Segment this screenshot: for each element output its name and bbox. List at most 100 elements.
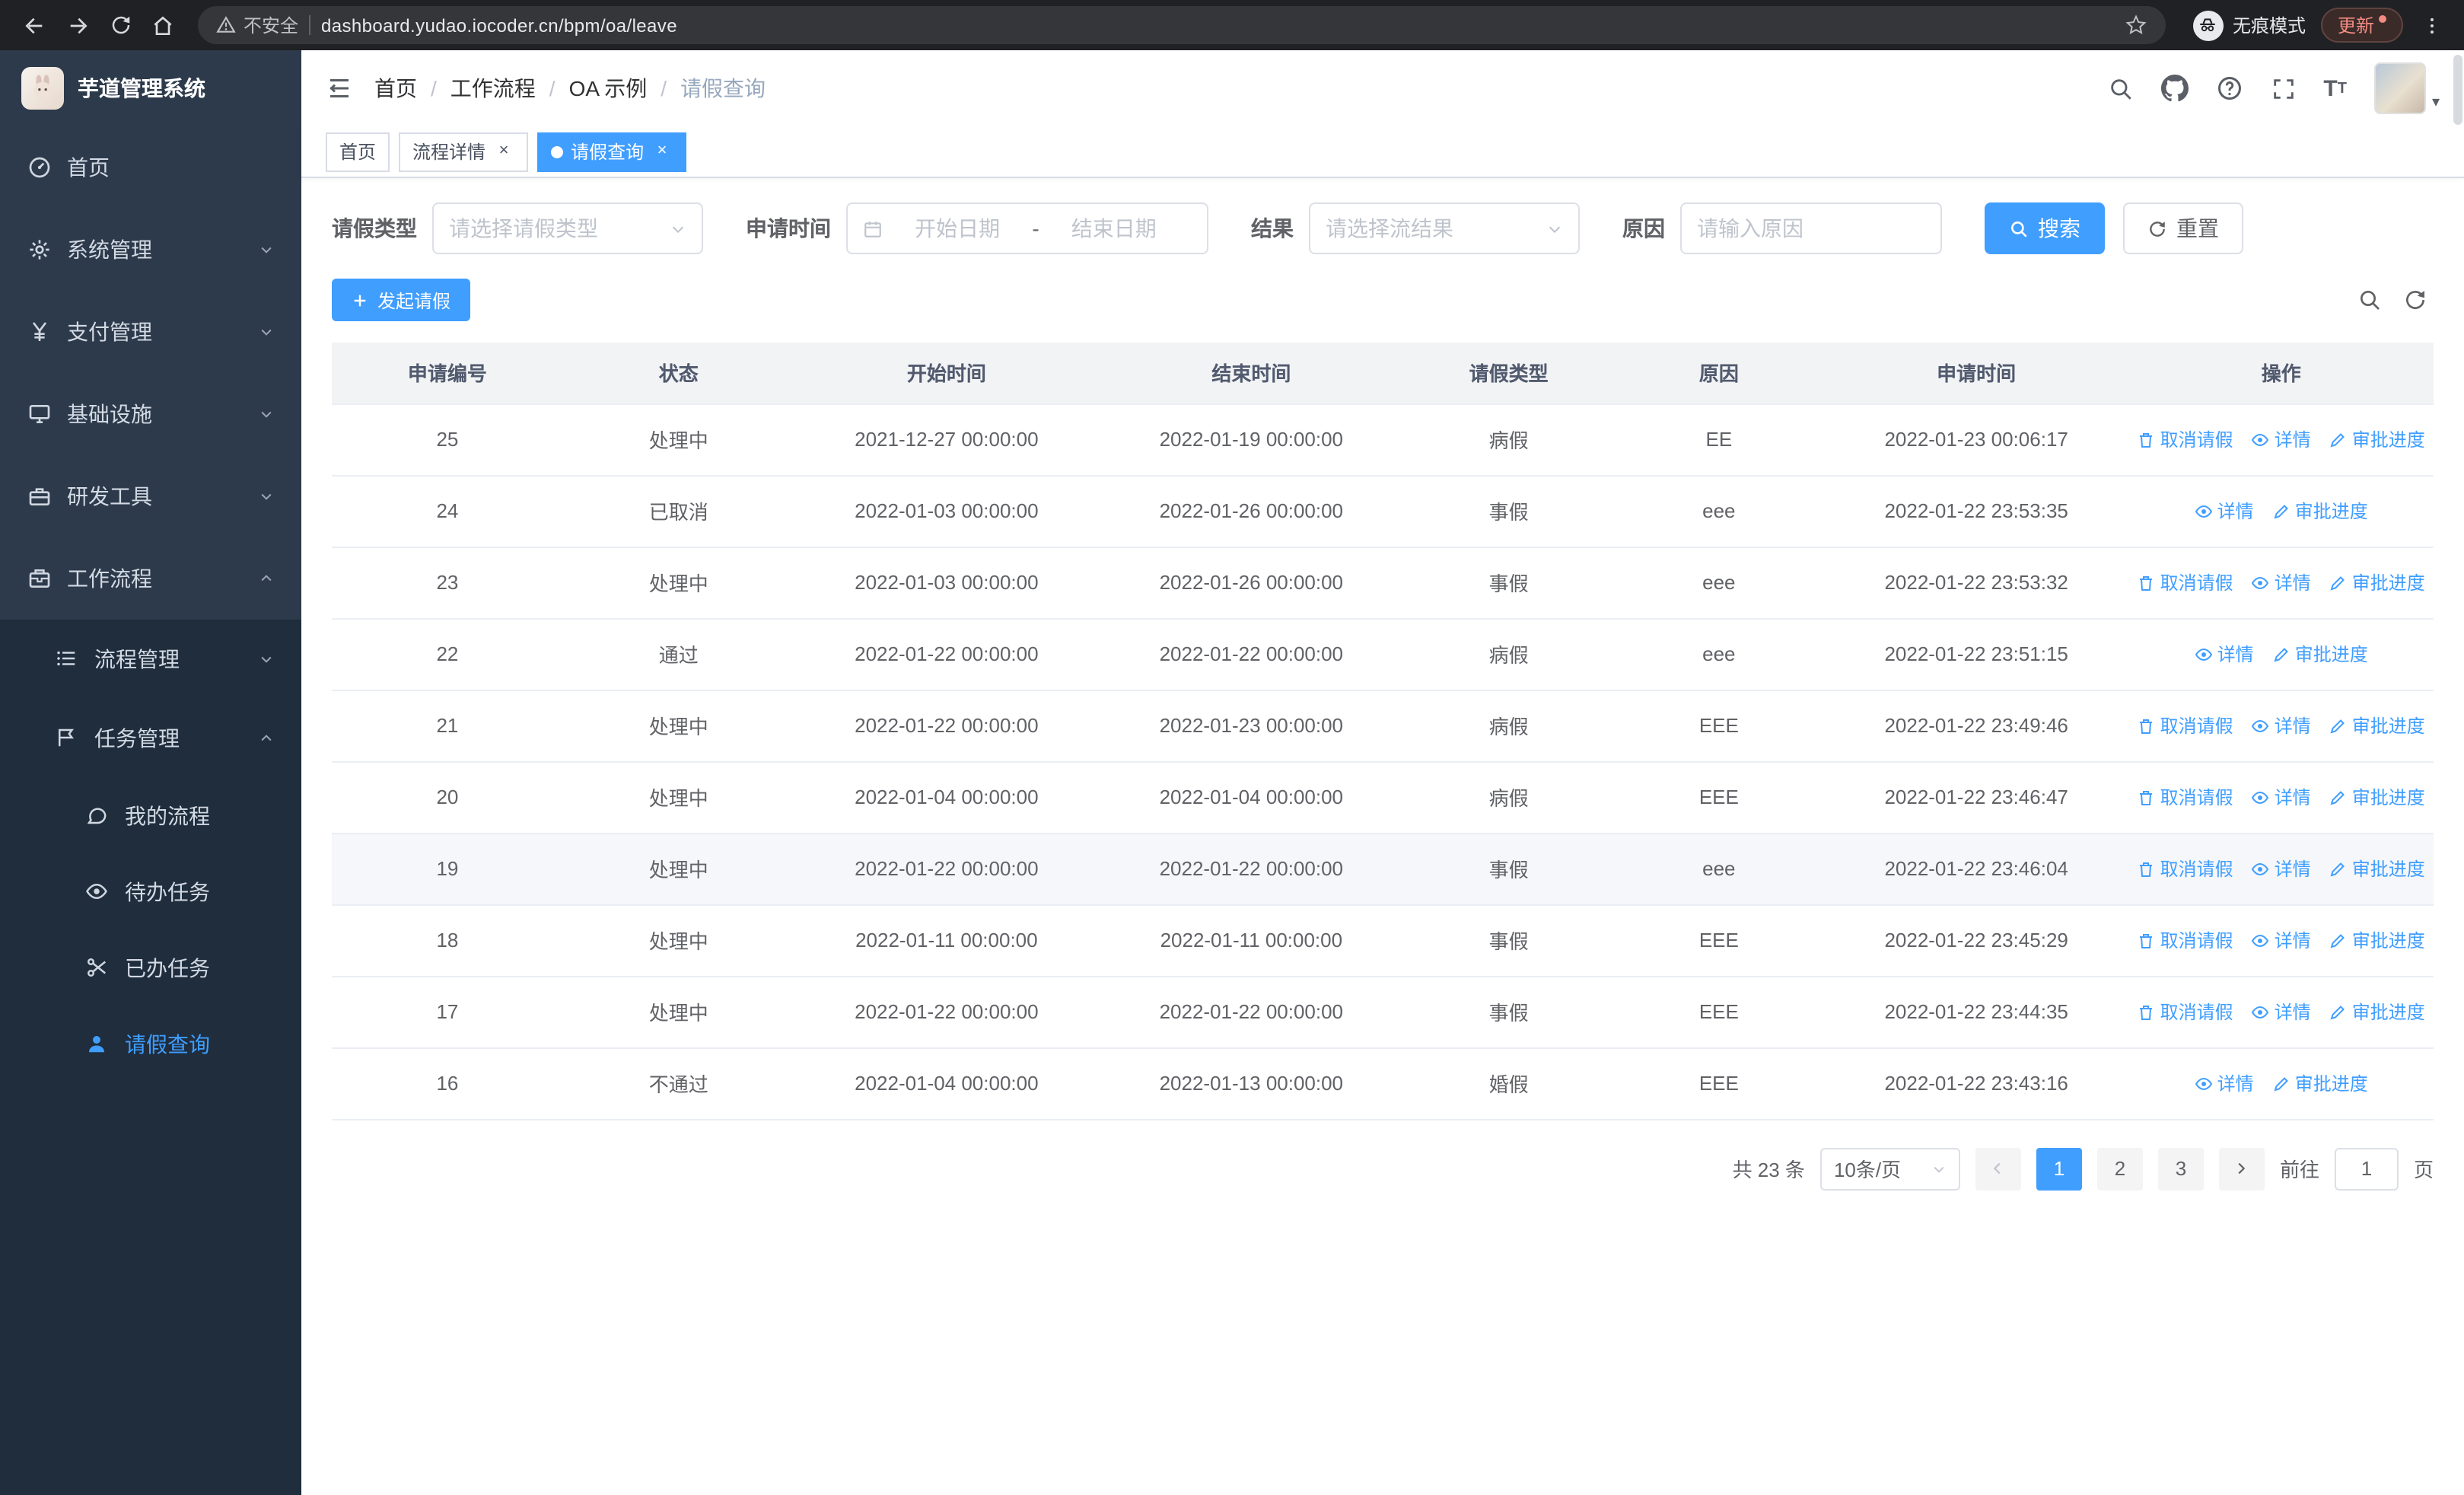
scrollbar-thumb[interactable]	[2453, 55, 2462, 125]
detail-link[interactable]: 详情	[2195, 1070, 2254, 1096]
page-button-2[interactable]: 2	[2096, 1147, 2143, 1190]
avatar[interactable]	[2373, 62, 2426, 114]
leave-type-label: 请假类型	[332, 216, 417, 241]
detail-link[interactable]: 详情	[2252, 784, 2311, 810]
approval-progress-link[interactable]: 审批进度	[2329, 784, 2425, 810]
bookmark-star-icon[interactable]	[2125, 14, 2147, 37]
approval-progress-link[interactable]: 审批进度	[2272, 1070, 2368, 1096]
table-refresh-icon[interactable]	[2403, 288, 2427, 312]
url-text[interactable]: dashboard.yudao.iocoder.cn/bpm/oa/leave	[321, 14, 2114, 36]
cancel-leave-link[interactable]: 取消请假	[2138, 927, 2233, 953]
prev-page-button[interactable]	[1975, 1147, 2021, 1190]
detail-label: 详情	[2217, 1073, 2254, 1095]
detail-link[interactable]: 详情	[2195, 498, 2254, 524]
approval-progress-link[interactable]: 审批进度	[2329, 927, 2425, 953]
sidebar-item-done-tasks[interactable]: 已办任务	[0, 930, 301, 1006]
cancel-leave-link[interactable]: 取消请假	[2138, 999, 2233, 1025]
sidebar-collapse-icon[interactable]	[326, 75, 353, 102]
cell-type: 事假	[1403, 475, 1614, 547]
sidebar-item-todo-tasks[interactable]: 待办任务	[0, 854, 301, 930]
cancel-leave-label: 取消请假	[2160, 429, 2233, 451]
browser-back-icon[interactable]	[15, 5, 55, 45]
cell-end: 2022-01-11 00:00:00	[1099, 904, 1404, 977]
next-page-button[interactable]	[2218, 1147, 2265, 1190]
pen-icon	[2274, 647, 2288, 661]
close-icon[interactable]: ×	[651, 141, 673, 162]
cancel-leave-link[interactable]: 取消请假	[2138, 856, 2233, 881]
sidebar-item-task-mgmt[interactable]: 任务管理	[0, 699, 301, 778]
sidebar-item-my-process[interactable]: 我的流程	[0, 778, 301, 854]
sidebar-item-home[interactable]: 首页	[0, 126, 301, 209]
cancel-leave-link[interactable]: 取消请假	[2138, 426, 2233, 452]
detail-link[interactable]: 详情	[2195, 641, 2254, 667]
cell-end: 2022-01-23 00:00:00	[1099, 690, 1404, 762]
detail-link[interactable]: 详情	[2252, 856, 2311, 881]
help-icon[interactable]	[2215, 75, 2243, 102]
search-icon[interactable]	[2107, 75, 2133, 101]
app-logo[interactable]: 芋道管理系统	[0, 50, 301, 126]
cancel-leave-link[interactable]: 取消请假	[2138, 712, 2233, 738]
page-button-3[interactable]: 3	[2157, 1147, 2204, 1190]
approval-progress-link[interactable]: 审批进度	[2329, 426, 2425, 452]
result-select[interactable]: 请选择流结果	[1309, 202, 1580, 254]
detail-link[interactable]: 详情	[2252, 927, 2311, 953]
person-icon	[85, 1032, 110, 1057]
browser-menu-icon[interactable]	[2415, 14, 2449, 36]
date-range-picker[interactable]: 开始日期 - 结束日期	[846, 202, 1208, 254]
fullscreen-icon[interactable]	[2270, 75, 2296, 101]
active-tab-dot	[551, 145, 564, 158]
cell-end: 2022-01-13 00:00:00	[1099, 1047, 1404, 1120]
tab-leave-query[interactable]: 请假查询 ×	[537, 132, 687, 171]
url-bar[interactable]: 不安全 dashboard.yudao.iocoder.cn/bpm/oa/le…	[198, 6, 2166, 44]
sidebar-item-workflow[interactable]: 工作流程	[0, 537, 301, 620]
approval-progress-label: 审批进度	[2351, 859, 2425, 880]
sidebar-item-pay[interactable]: 支付管理	[0, 291, 301, 373]
breadcrumb-item-home[interactable]: 首页	[374, 73, 417, 104]
cancel-leave-link[interactable]: 取消请假	[2138, 569, 2233, 595]
approval-progress-link[interactable]: 审批进度	[2272, 641, 2368, 667]
security-indicator[interactable]: 不安全	[216, 12, 298, 38]
page-size-select[interactable]: 10条/页	[1819, 1147, 1960, 1190]
col-apply-time: 申请时间	[1823, 343, 2129, 404]
goto-page-input[interactable]	[2334, 1147, 2399, 1190]
browser-reload-icon[interactable]	[100, 5, 140, 45]
detail-link[interactable]: 详情	[2252, 999, 2311, 1025]
approval-progress-link[interactable]: 审批进度	[2329, 856, 2425, 881]
detail-link[interactable]: 详情	[2252, 712, 2311, 738]
sidebar-item-leave-query[interactable]: 请假查询	[0, 1006, 301, 1082]
approval-progress-link[interactable]: 审批进度	[2272, 498, 2368, 524]
breadcrumb-item-workflow[interactable]: 工作流程	[450, 73, 536, 104]
font-size-icon[interactable]: TT	[2323, 75, 2347, 101]
browser-update-button[interactable]: 更新	[2320, 8, 2403, 43]
approval-progress-label: 审批进度	[2351, 572, 2425, 594]
tab-process-detail[interactable]: 流程详情 ×	[399, 132, 529, 171]
approval-progress-link[interactable]: 审批进度	[2329, 569, 2425, 595]
sidebar-item-system[interactable]: 系统管理	[0, 209, 301, 291]
sidebar-item-process-mgmt[interactable]: 流程管理	[0, 620, 301, 699]
reset-button[interactable]: 重置	[2123, 202, 2243, 254]
reason-input[interactable]	[1697, 216, 1925, 241]
approval-progress-link[interactable]: 审批进度	[2329, 712, 2425, 738]
create-leave-button[interactable]: 发起请假	[332, 279, 471, 321]
page-button-1[interactable]: 1	[2036, 1147, 2082, 1190]
cell-end: 2022-01-26 00:00:00	[1099, 475, 1404, 547]
search-button[interactable]: 搜索	[1985, 202, 2105, 254]
search-toggle-icon[interactable]	[2357, 288, 2382, 312]
browser-forward-icon[interactable]	[58, 5, 97, 45]
cell-reason: EEE	[1613, 976, 1824, 1048]
cancel-leave-link[interactable]: 取消请假	[2138, 784, 2233, 810]
sidebar-item-infra[interactable]: 基础设施	[0, 373, 301, 455]
leave-type-select[interactable]: 请选择请假类型	[432, 202, 703, 254]
user-menu[interactable]: ▾	[2373, 62, 2440, 114]
detail-link[interactable]: 详情	[2252, 569, 2311, 595]
sidebar-item-dev[interactable]: 研发工具	[0, 455, 301, 537]
detail-label: 详情	[2217, 644, 2254, 665]
tab-home[interactable]: 首页	[326, 132, 390, 171]
breadcrumb-item-oa[interactable]: OA 示例	[569, 73, 648, 104]
close-icon[interactable]: ×	[493, 141, 514, 162]
github-icon[interactable]	[2160, 75, 2189, 102]
approval-progress-link[interactable]: 审批进度	[2329, 999, 2425, 1025]
browser-home-icon[interactable]	[143, 5, 183, 45]
table-row: 25 处理中 2021-12-27 00:00:00 2022-01-19 00…	[332, 403, 2434, 476]
detail-link[interactable]: 详情	[2252, 426, 2311, 452]
